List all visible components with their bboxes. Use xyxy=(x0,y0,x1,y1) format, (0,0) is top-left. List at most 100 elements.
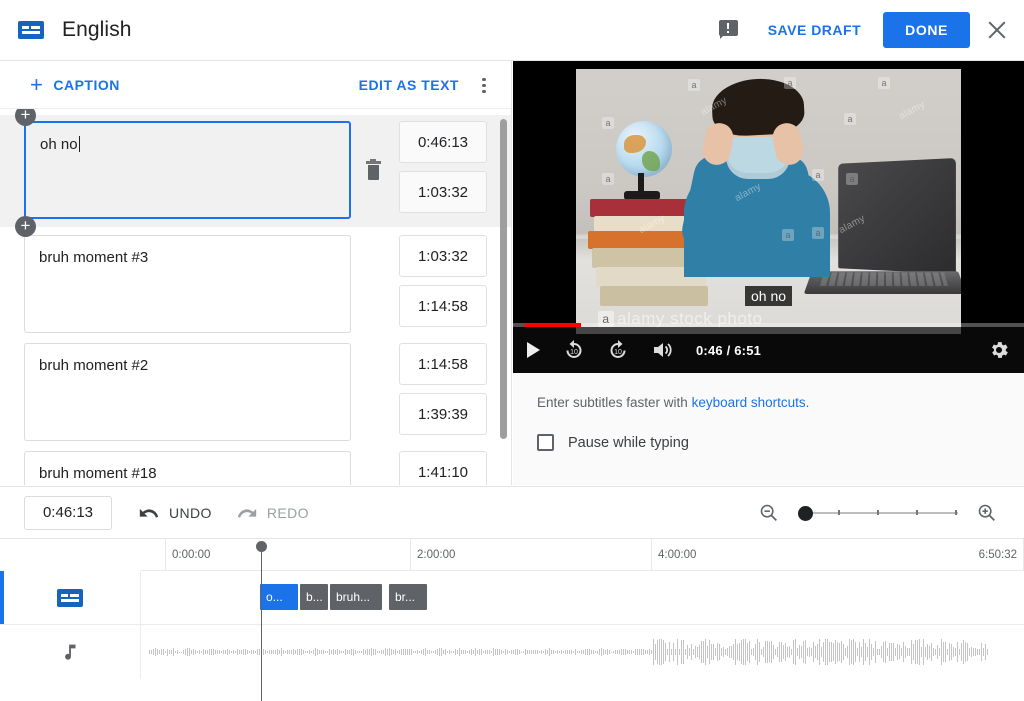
caption-times: 1:03:32 1:14:58 xyxy=(399,235,489,335)
watermark-text: alamy xyxy=(897,99,927,122)
ruler-label: 4:00:00 xyxy=(651,539,696,571)
caption-toolbar: + CAPTION EDIT AS TEXT xyxy=(0,61,511,109)
timeline-cue[interactable]: b... xyxy=(300,584,328,610)
undo-arrow-icon xyxy=(138,502,160,524)
svg-text:10: 10 xyxy=(570,349,578,356)
caption-row[interactable]: bruh moment #2 1:14:58 1:39:39 xyxy=(0,343,511,443)
scrollbar-thumb[interactable] xyxy=(500,119,507,439)
slider-tick xyxy=(877,510,879,515)
caption-text-input[interactable]: bruh moment #2 xyxy=(24,343,351,441)
delete-caption-wrapper xyxy=(351,235,395,333)
zoom-out-icon[interactable] xyxy=(758,502,780,524)
done-button[interactable]: DONE xyxy=(883,12,970,48)
caption-start-time-input[interactable]: 1:03:32 xyxy=(399,235,487,277)
caption-text-value: oh no xyxy=(40,136,78,153)
hint-suffix: . xyxy=(806,395,810,410)
closed-caption-icon xyxy=(57,589,83,607)
audio-waveform-track[interactable] xyxy=(141,625,1024,679)
editor-toolbar: 0:46:13 UNDO REDO xyxy=(0,486,1024,538)
redo-label: REDO xyxy=(267,505,309,521)
watermark-icon: a xyxy=(878,77,890,89)
zoom-in-icon[interactable] xyxy=(976,502,998,524)
ruler-label: 6:50:32 xyxy=(979,539,1024,571)
svg-text:10: 10 xyxy=(614,349,622,356)
add-caption-label: CAPTION xyxy=(53,77,120,93)
ruler-label: 2:00:00 xyxy=(410,539,455,571)
slider-thumb[interactable] xyxy=(798,506,813,521)
audio-track-header[interactable] xyxy=(0,625,141,679)
current-timecode-input[interactable]: 0:46:13 xyxy=(24,496,112,530)
play-icon[interactable] xyxy=(527,342,540,358)
undo-label: UNDO xyxy=(169,505,212,521)
caption-times: 1:14:58 1:39:39 xyxy=(399,343,489,443)
caption-start-time-input[interactable]: 1:14:58 xyxy=(399,343,487,385)
feedback-icon[interactable] xyxy=(718,19,740,41)
player-hints: Enter subtitles faster with keyboard sho… xyxy=(513,373,1024,485)
delete-caption-wrapper xyxy=(351,121,395,219)
video-player[interactable]: a a a a a a a a a a alamy alamy alamy al… xyxy=(513,61,1024,373)
watermark-icon: a xyxy=(602,173,614,185)
subtitle-track-body[interactable]: o... b... bruh... br... xyxy=(141,571,1024,624)
caption-end-time-input[interactable]: 1:39:39 xyxy=(399,393,487,435)
watermark-icon: a xyxy=(602,117,614,129)
timeline-ruler[interactable]: 0:00:00 2:00:00 4:00:00 6:50:32 xyxy=(141,539,1024,571)
watermark-icon: a xyxy=(844,113,856,125)
pause-while-typing-label: Pause while typing xyxy=(568,435,689,451)
volume-icon[interactable] xyxy=(650,338,674,362)
kebab-menu-icon[interactable] xyxy=(475,75,493,95)
redo-arrow-icon xyxy=(236,502,258,524)
timeline-cue[interactable]: br... xyxy=(389,584,427,610)
caption-text-input[interactable]: oh no xyxy=(24,121,351,219)
audio-waveform xyxy=(149,625,1024,679)
music-note-icon xyxy=(59,640,81,664)
caption-start-time-input[interactable]: 0:46:13 xyxy=(399,121,487,163)
text-caret xyxy=(79,136,80,152)
caption-rows[interactable]: + + oh no 0:46:13 1:03:32 bruh moment #3 xyxy=(0,109,511,485)
timeline-panel: 0:00:00 2:00:00 4:00:00 6:50:32 o... b..… xyxy=(0,538,1024,701)
forward-10-icon[interactable]: 10 xyxy=(606,338,630,362)
caption-start-time-input[interactable]: 1:41:10 xyxy=(399,451,487,485)
add-caption-button[interactable]: + CAPTION xyxy=(30,74,120,96)
caption-list-scrollbar[interactable] xyxy=(500,115,507,477)
watermark-icon: a xyxy=(688,79,700,91)
hint-prefix: Enter subtitles faster with xyxy=(537,395,692,410)
caption-editor-app: English SAVE DRAFT DONE + CAPTION EDIT A… xyxy=(0,0,1024,701)
pause-while-typing-row[interactable]: Pause while typing xyxy=(537,434,1000,451)
redo-button[interactable]: REDO xyxy=(236,502,309,524)
plus-icon: + xyxy=(30,74,43,96)
save-draft-button[interactable]: SAVE DRAFT xyxy=(764,14,865,46)
insert-caption-below-button[interactable]: + xyxy=(15,216,36,237)
globe-illustration xyxy=(616,121,672,177)
rewind-10-icon[interactable]: 10 xyxy=(562,338,586,362)
timeline-cue[interactable]: o... xyxy=(260,584,298,610)
edit-as-text-button[interactable]: EDIT AS TEXT xyxy=(359,77,459,93)
laptop-illustration xyxy=(838,158,956,274)
gear-icon[interactable] xyxy=(988,339,1010,361)
timeline-zoom-slider[interactable] xyxy=(798,502,958,524)
caption-text-input[interactable]: bruh moment #3 xyxy=(24,235,351,333)
caption-text-input[interactable]: bruh moment #18 xyxy=(24,451,351,485)
undo-button[interactable]: UNDO xyxy=(138,502,212,524)
player-controls: 10 10 0:46 / 6:51 xyxy=(513,327,1024,373)
subtitle-track-row[interactable]: o... b... bruh... br... xyxy=(0,571,1024,625)
caption-row[interactable]: bruh moment #3 1:03:32 1:14:58 xyxy=(0,235,511,335)
keyboard-shortcuts-link[interactable]: keyboard shortcuts xyxy=(692,395,806,410)
caption-times: 1:41:10 xyxy=(399,451,489,485)
audio-track-row[interactable] xyxy=(0,625,1024,679)
delete-caption-wrapper xyxy=(351,343,395,441)
caption-end-time-input[interactable]: 1:14:58 xyxy=(399,285,487,327)
player-panel: a a a a a a a a a a alamy alamy alamy al… xyxy=(513,61,1024,485)
slider-tick xyxy=(838,510,840,515)
timeline-cue[interactable]: bruh... xyxy=(330,584,382,610)
trash-icon[interactable] xyxy=(366,161,381,180)
page-title: English xyxy=(62,18,132,42)
subtitle-track-header[interactable] xyxy=(0,571,141,624)
closed-caption-icon xyxy=(18,21,44,39)
pause-while-typing-checkbox[interactable] xyxy=(537,434,554,451)
close-icon[interactable] xyxy=(984,17,1010,43)
caption-end-time-input[interactable]: 1:03:32 xyxy=(399,171,487,213)
ruler-label: 0:00:00 xyxy=(165,539,210,571)
slider-tick xyxy=(916,510,918,515)
caption-row[interactable]: bruh moment #18 1:41:10 xyxy=(0,451,511,485)
caption-row-active[interactable]: + + oh no 0:46:13 1:03:32 xyxy=(0,115,511,227)
